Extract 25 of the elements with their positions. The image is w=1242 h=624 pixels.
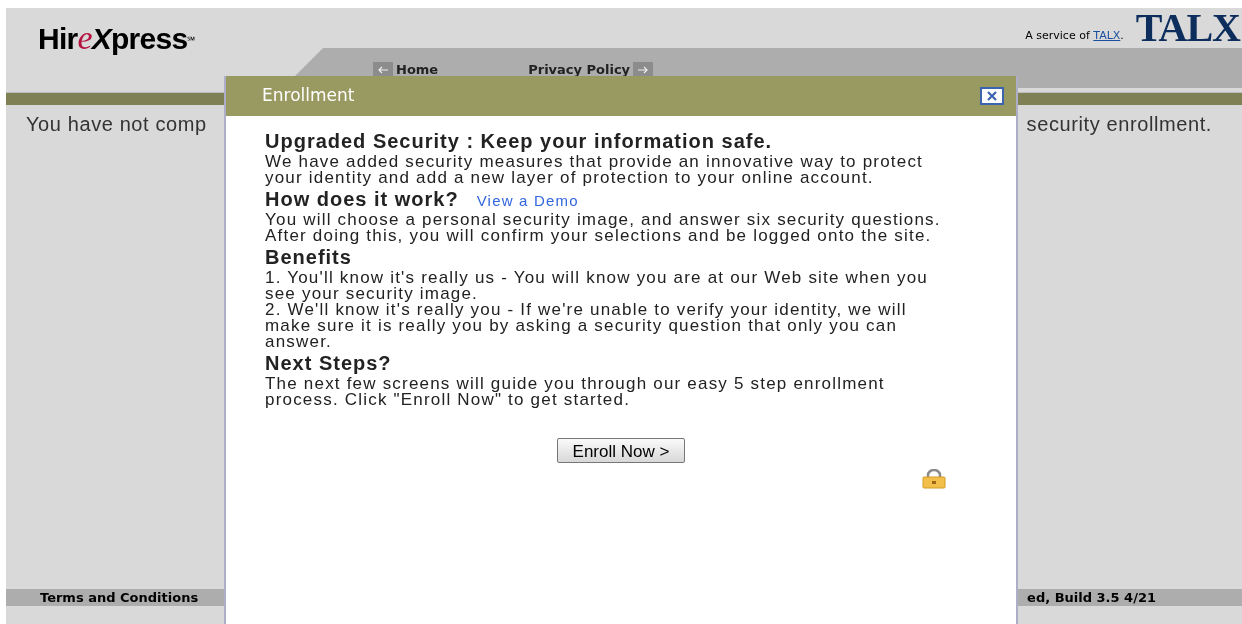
paragraph: You will choose a personal security image, and answer six security questions. After doing this, you will confirm your selections and be logged onto the site. <box>265 212 942 244</box>
nav-link[interactable]: Privacy Policy <box>528 60 654 80</box>
notice-text: You have not comp <box>26 112 207 137</box>
paragraph: The next few screens will guide you through our easy 5 step enrollment process. Click "Enroll Now" to get started. <box>265 376 886 408</box>
demo-link[interactable]: View a Demo <box>476 193 579 209</box>
padlock-icon <box>922 469 946 489</box>
section-heading: Upgraded Security : Keep your information safe. <box>265 130 773 152</box>
paragraph: 2. We'll know it's really you - If we're unable to verify your identity, we will make sure it is really you by asking a security question that only you can answer. <box>265 302 908 350</box>
dialog-title: Enrollment <box>262 84 355 108</box>
period-text: . <box>1120 28 1124 42</box>
notice-text: security enrollment. <box>1026 112 1212 137</box>
section-heading: Next Steps? <box>265 352 392 374</box>
close-icon <box>986 91 998 101</box>
section-heading: How does it work? <box>265 188 459 210</box>
build-text: ed, Build 3.5 4/21 <box>1027 588 1156 607</box>
paragraph: We have added security measures that provide an innovative way to protect your identity and add a new layer of protection to your online account. <box>265 154 925 186</box>
brand-logo: TALX <box>1135 8 1240 48</box>
close-button[interactable] <box>980 87 1004 105</box>
nav-link[interactable]: Home <box>373 60 439 80</box>
logo: HireXpress$^{℠}$ <box>38 21 195 55</box>
enroll-now-button[interactable]: Enroll Now > <box>556 438 686 463</box>
terms-link[interactable]: Terms and Conditions <box>40 587 199 608</box>
paragraph: 1. You'll know it's really us - You will know you are at our Web site when you see your security image. <box>265 270 929 302</box>
service-text: A service of <box>1025 28 1091 42</box>
section-heading: Benefits <box>265 246 352 268</box>
